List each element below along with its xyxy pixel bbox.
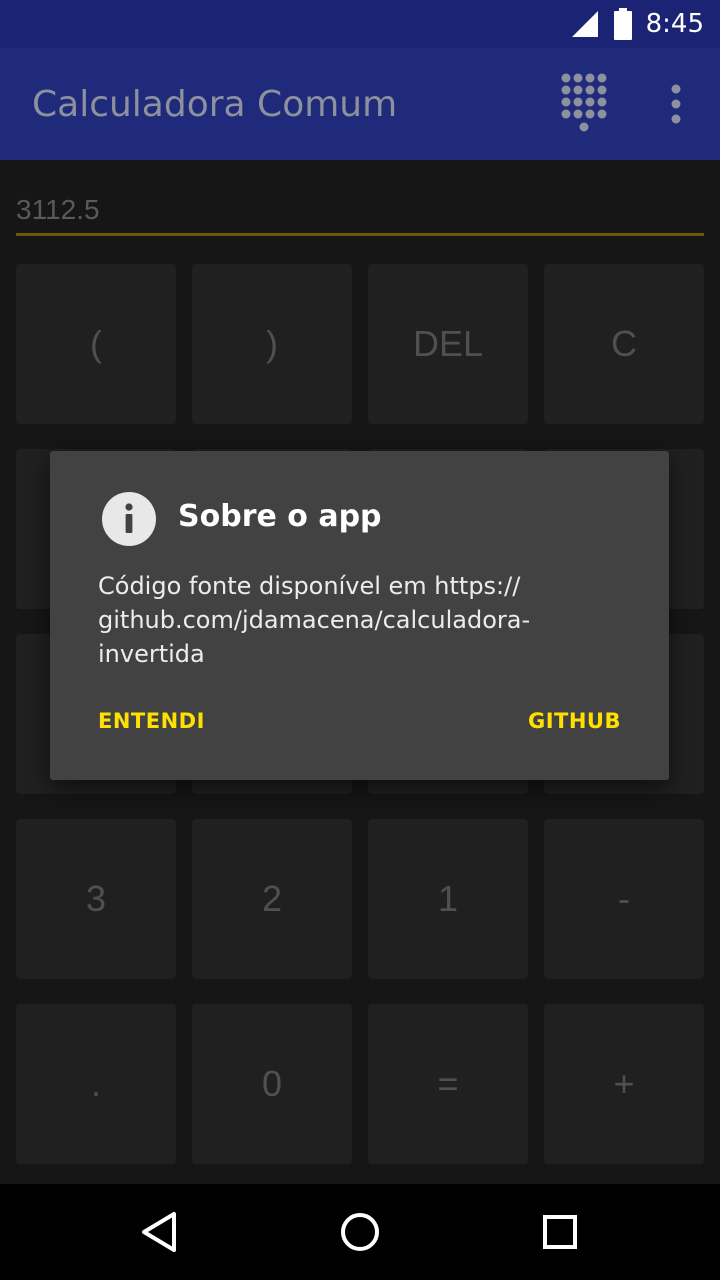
overflow-menu-icon[interactable]: [664, 84, 688, 124]
app-bar: Calculadora Comum: [0, 48, 720, 160]
about-dialog: Sobre o app Código fonte disponível em h…: [50, 451, 669, 780]
dialpad-icon[interactable]: [560, 72, 608, 134]
app-title: Calculadora Comum: [32, 84, 398, 125]
entendi-button[interactable]: ENTENDI: [98, 709, 205, 733]
dialog-message: Código fonte disponível em https:// gith…: [98, 572, 531, 668]
dialog-title: Sobre o app: [178, 499, 382, 534]
back-icon[interactable]: [136, 1208, 184, 1256]
status-bar: 8:45: [0, 0, 720, 48]
signal-icon: [571, 11, 598, 37]
recents-icon[interactable]: [536, 1208, 584, 1256]
status-time: 8:45: [645, 9, 704, 39]
battery-icon: [613, 8, 632, 40]
status-icons: 8:45: [570, 0, 704, 48]
navigation-bar: [0, 1184, 720, 1280]
home-icon[interactable]: [336, 1208, 384, 1256]
github-button[interactable]: GITHUB: [528, 709, 621, 733]
info-icon: [102, 492, 156, 546]
